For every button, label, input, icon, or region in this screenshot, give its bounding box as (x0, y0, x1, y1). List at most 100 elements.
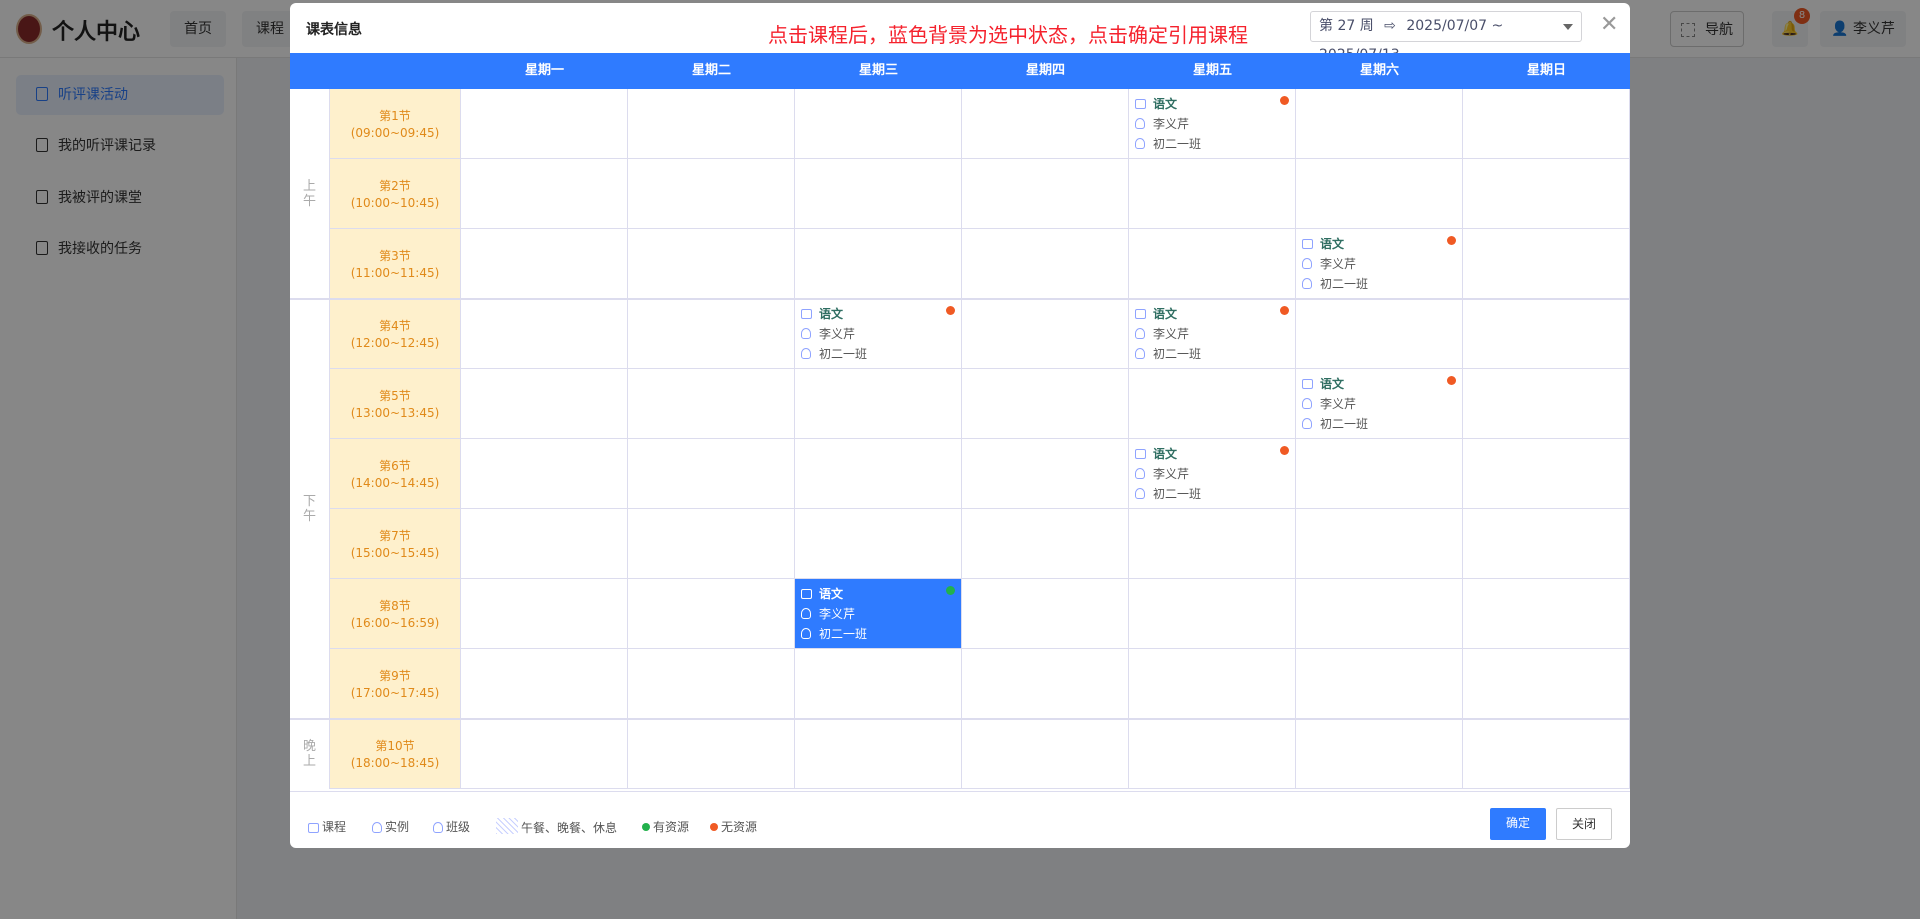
timetable-cell[interactable] (628, 89, 795, 159)
timetable-cell[interactable] (1129, 579, 1296, 649)
timetable-cell[interactable] (461, 579, 628, 649)
course-teacher: 李义芹 (1153, 327, 1190, 341)
timetable-cell[interactable] (962, 89, 1129, 159)
timetable-cell[interactable] (628, 579, 795, 649)
course-card[interactable]: 语文 李义芹 初二一班 (1296, 369, 1462, 438)
timetable-cell[interactable] (1296, 299, 1463, 369)
timetable-cell[interactable]: 语文 李义芹 初二一班 (1129, 89, 1296, 159)
timetable-cell[interactable] (795, 159, 962, 229)
timetable-cell[interactable] (628, 439, 795, 509)
close-button[interactable]: 关闭 (1556, 808, 1612, 840)
course-card[interactable]: 语文 李义芹 初二一班 (795, 579, 961, 648)
period-name: 第7节 (379, 529, 411, 543)
timetable-cell[interactable] (1129, 229, 1296, 299)
period-name: 第10节 (375, 739, 415, 753)
weekday-header: 星期一 星期二 星期三 星期四 星期五 星期六 星期日 (290, 53, 1630, 89)
timetable-cell[interactable] (628, 649, 795, 719)
timetable-cell[interactable] (461, 509, 628, 579)
legend-class: 班级 (433, 818, 470, 835)
timetable-cell[interactable] (461, 719, 628, 789)
timetable-cell[interactable] (962, 299, 1129, 369)
timetable-cell[interactable] (962, 159, 1129, 229)
timetable-cell[interactable] (1129, 369, 1296, 439)
timetable-cell[interactable]: 语文 李义芹 初二一班 (1296, 229, 1463, 299)
timetable-cell[interactable] (1463, 89, 1630, 159)
timetable-cell[interactable] (461, 89, 628, 159)
timetable-cell[interactable] (1296, 439, 1463, 509)
timetable-cell[interactable] (628, 369, 795, 439)
timetable-cell[interactable]: 语文 李义芹 初二一班 (795, 299, 962, 369)
timetable-cell[interactable] (1463, 439, 1630, 509)
timetable-cell[interactable] (1463, 579, 1630, 649)
dialog-title: 课表信息 (306, 22, 362, 38)
person-icon (1135, 468, 1145, 479)
timetable-cell[interactable]: 语文 李义芹 初二一班 (1296, 369, 1463, 439)
timetable-cell[interactable] (1129, 509, 1296, 579)
timetable-cell[interactable] (795, 439, 962, 509)
person-icon (1135, 118, 1145, 129)
timetable-cell[interactable] (1129, 719, 1296, 789)
timetable-cell[interactable] (628, 719, 795, 789)
timetable-cell[interactable] (1296, 579, 1463, 649)
timetable-cell[interactable] (461, 369, 628, 439)
confirm-button[interactable]: 确定 (1490, 808, 1546, 840)
timetable-cell[interactable] (461, 439, 628, 509)
timetable-cell[interactable] (962, 509, 1129, 579)
timetable-cell[interactable] (628, 159, 795, 229)
timetable-cell[interactable] (1463, 299, 1630, 369)
timetable-cell[interactable] (1463, 369, 1630, 439)
timetable-cell[interactable] (1296, 159, 1463, 229)
course-card[interactable]: 语文 李义芹 初二一班 (795, 299, 961, 368)
timetable-cell[interactable] (795, 89, 962, 159)
course-teacher: 李义芹 (1320, 257, 1357, 271)
timetable-cell[interactable] (1463, 509, 1630, 579)
timetable-cell[interactable] (1296, 719, 1463, 789)
timetable-cell[interactable] (461, 299, 628, 369)
timetable-cell[interactable] (1463, 229, 1630, 299)
timetable-cell[interactable] (962, 719, 1129, 789)
timetable-cell[interactable] (795, 509, 962, 579)
timetable-cell[interactable] (962, 369, 1129, 439)
timetable-cell[interactable] (1463, 159, 1630, 229)
book-icon (1135, 309, 1146, 319)
weekday-header-cell: 星期四 (1025, 63, 1065, 78)
person-icon (801, 608, 811, 619)
timetable-cell[interactable] (628, 299, 795, 369)
timetable-cell[interactable] (1129, 159, 1296, 229)
legend-instance: 实例 (372, 818, 409, 835)
timetable-cell[interactable] (1296, 649, 1463, 719)
timetable-cell[interactable] (628, 229, 795, 299)
timetable-cell[interactable]: 语文 李义芹 初二一班 (1129, 439, 1296, 509)
timetable-cell[interactable] (461, 649, 628, 719)
timetable-cell[interactable] (1463, 649, 1630, 719)
timetable-cell[interactable] (461, 229, 628, 299)
week-selector[interactable]: 第 27 周 ⇨ 2025/07/07 ~ 2025/07/13 (1310, 11, 1582, 63)
timetable-cell[interactable] (962, 439, 1129, 509)
timetable-cell[interactable] (1463, 719, 1630, 789)
course-card[interactable]: 语文 李义芹 初二一班 (1296, 229, 1462, 298)
legend-label: 课程 (322, 820, 347, 834)
course-card[interactable]: 语文 李义芹 初二一班 (1129, 89, 1295, 158)
period-label: 第8节 (16:00~16:59) (330, 579, 461, 649)
timetable-cell[interactable] (795, 229, 962, 299)
timetable-cell[interactable]: 语文 李义芹 初二一班 (795, 579, 962, 649)
timetable-cell[interactable] (1129, 649, 1296, 719)
close-icon[interactable]: ✕ (1600, 12, 1618, 37)
course-subject: 语文 (1320, 377, 1345, 391)
timetable-cell[interactable] (795, 649, 962, 719)
group-icon (1302, 278, 1312, 289)
timetable-cell[interactable]: 语文 李义芹 初二一班 (1129, 299, 1296, 369)
course-card[interactable]: 语文 李义芹 初二一班 (1129, 299, 1295, 368)
timetable-cell[interactable] (628, 509, 795, 579)
timetable-cell[interactable] (962, 229, 1129, 299)
timetable-cell[interactable] (1296, 89, 1463, 159)
timetable-cell[interactable] (962, 579, 1129, 649)
legend-course: 课程 (308, 818, 346, 835)
timetable-cell[interactable] (461, 159, 628, 229)
timetable-cell[interactable] (1296, 509, 1463, 579)
course-class: 初二一班 (1153, 347, 1202, 361)
course-card[interactable]: 语文 李义芹 初二一班 (1129, 439, 1295, 508)
timetable-cell[interactable] (795, 369, 962, 439)
timetable-cell[interactable] (795, 719, 962, 789)
timetable-cell[interactable] (962, 649, 1129, 719)
